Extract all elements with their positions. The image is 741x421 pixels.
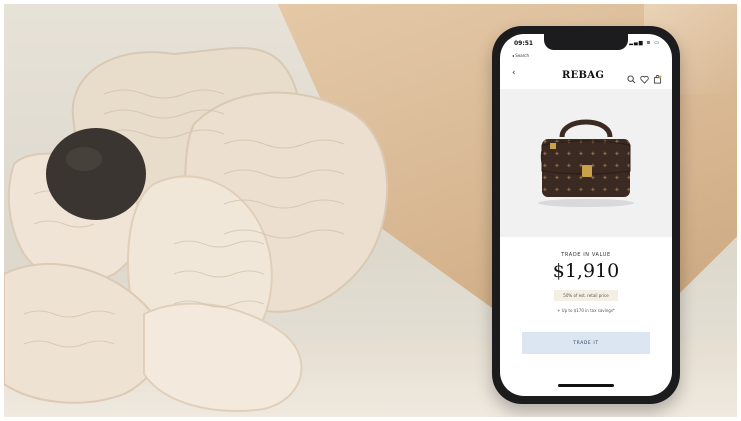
trade-it-button[interactable]: TRADE IT bbox=[522, 332, 650, 354]
trade-in-info: TRADE IN VALUE $1,910 50% of est. retail… bbox=[500, 252, 672, 313]
trade-in-label: TRADE IN VALUE bbox=[561, 252, 611, 258]
hero-scene: 09:51 ▂▄▆ ≋ ▭ ◂ Search ‹ REBAG TRADE IN … bbox=[4, 4, 737, 417]
product-image-area: ✦ bbox=[500, 89, 672, 237]
phone-notch bbox=[544, 34, 628, 50]
retail-percent-badge: 50% of est. retail price bbox=[554, 290, 618, 301]
app-header: ‹ REBAG bbox=[500, 64, 672, 86]
status-time: 09:51 bbox=[514, 40, 534, 47]
heart-icon[interactable] bbox=[640, 69, 649, 84]
search-icon[interactable] bbox=[627, 69, 636, 84]
phone-mockup: 09:51 ▂▄▆ ≋ ▭ ◂ Search ‹ REBAG TRADE IN … bbox=[492, 26, 680, 404]
phone-screen: 09:51 ▂▄▆ ≋ ▭ ◂ Search ‹ REBAG TRADE IN … bbox=[500, 34, 672, 396]
status-icons: ▂▄▆ ≋ ▭ bbox=[629, 40, 660, 46]
trade-in-price: $1,910 bbox=[552, 260, 620, 282]
tax-savings-text: + Up to $170 in tax savings* bbox=[557, 308, 615, 313]
product-handbag-image[interactable]: ✦ bbox=[528, 111, 644, 211]
back-chevron-icon[interactable]: ‹ bbox=[512, 68, 516, 78]
coral-sculpture bbox=[4, 47, 389, 412]
home-indicator bbox=[558, 384, 614, 387]
bag-icon[interactable] bbox=[653, 69, 662, 84]
back-to-search-link[interactable]: ◂ Search bbox=[512, 53, 529, 58]
brand-logo[interactable]: REBAG bbox=[562, 70, 604, 81]
